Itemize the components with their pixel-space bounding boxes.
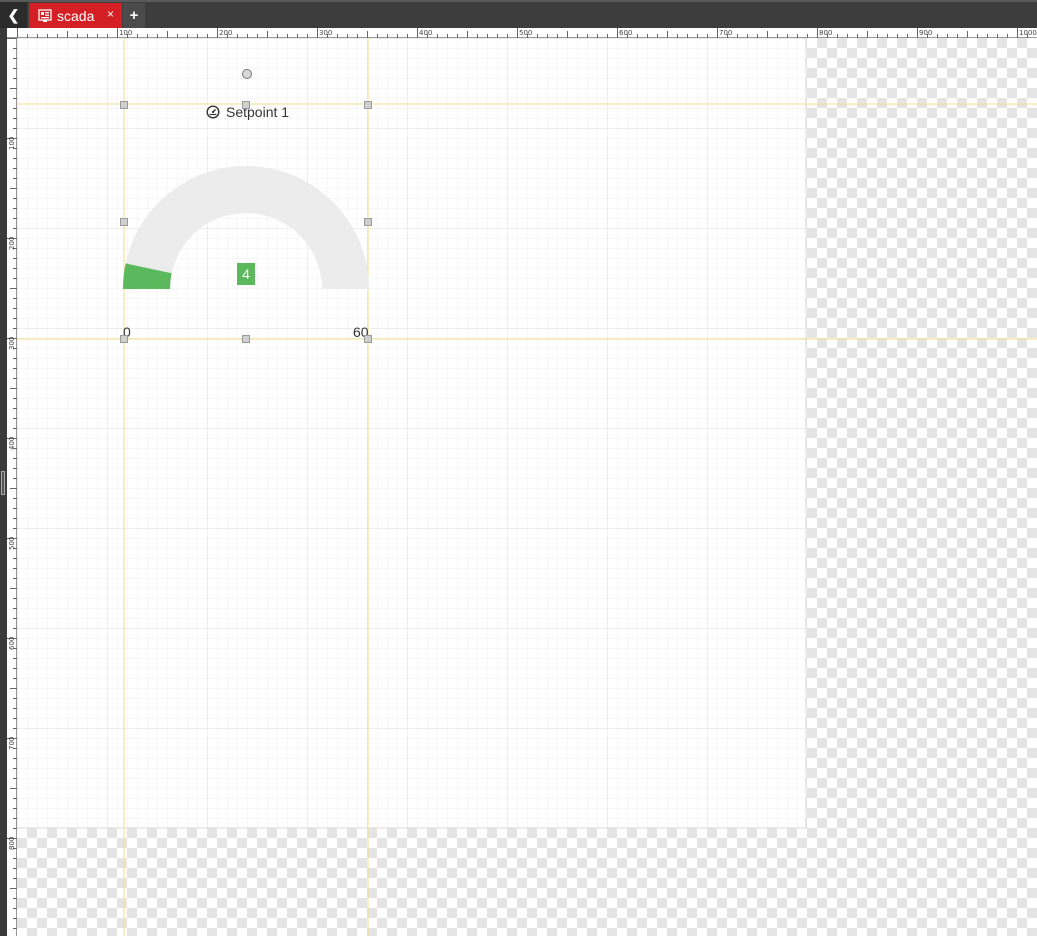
panel-resize-handle[interactable] <box>1 471 5 495</box>
ruler-left-label: 100 <box>8 137 16 150</box>
ruler-top-label: 900 <box>919 29 932 37</box>
ruler-top-label: 500 <box>519 29 532 37</box>
page-area <box>17 38 807 829</box>
ruler-top-label: 300 <box>319 29 332 37</box>
ruler-top-label: 700 <box>719 29 732 37</box>
left-panel-strip <box>0 28 7 936</box>
ruler-left-label: 500 <box>8 537 16 550</box>
chevron-left-icon: ❮ <box>7 6 20 23</box>
ruler-left-label: 700 <box>8 737 16 750</box>
resize-handle-bottom-right[interactable] <box>364 335 372 343</box>
ruler-top-label: 400 <box>419 29 432 37</box>
resize-handle-top[interactable] <box>242 101 250 109</box>
scada-icon <box>38 8 52 22</box>
ruler-top: 100 200 300 400 500 600 700 800 900 1000 <box>7 28 1037 38</box>
ruler-top-label: 100 <box>119 29 132 37</box>
ruler-left-label: 400 <box>8 437 16 450</box>
ruler-left-label: 300 <box>8 337 16 350</box>
gauge-icon <box>206 105 220 119</box>
resize-handle-bottom[interactable] <box>242 335 250 343</box>
resize-handle-right[interactable] <box>364 218 372 226</box>
resize-handle-left[interactable] <box>120 218 128 226</box>
gauge-title-text: Setpoint 1 <box>226 104 290 120</box>
back-button[interactable]: ❮ <box>0 2 27 28</box>
tab-label: scada <box>57 7 95 24</box>
rotate-handle[interactable] <box>242 69 252 79</box>
ruler-top-label: 1000 <box>1019 29 1037 37</box>
ruler-left-label: 600 <box>8 637 16 650</box>
ruler-top-label: 600 <box>619 29 632 37</box>
tab-scada[interactable]: scada × <box>29 3 122 28</box>
add-tab-button[interactable]: + <box>123 3 145 28</box>
gauge-value-badge: 4 <box>237 263 255 285</box>
tab-bar: ❮ scada × + <box>0 0 1037 28</box>
ruler-left-label: 200 <box>8 237 16 250</box>
ruler-top-label: 800 <box>819 29 832 37</box>
ruler-left: 100200300400500600700800900 <box>7 38 17 936</box>
tab-close-button[interactable]: × <box>107 7 114 21</box>
resize-handle-top-right[interactable] <box>364 101 372 109</box>
ruler-top-label: 200 <box>219 29 232 37</box>
resize-handle-top-left[interactable] <box>120 101 128 109</box>
resize-handle-bottom-left[interactable] <box>120 335 128 343</box>
design-canvas[interactable] <box>17 38 1037 936</box>
ruler-left-label: 800 <box>8 837 16 850</box>
